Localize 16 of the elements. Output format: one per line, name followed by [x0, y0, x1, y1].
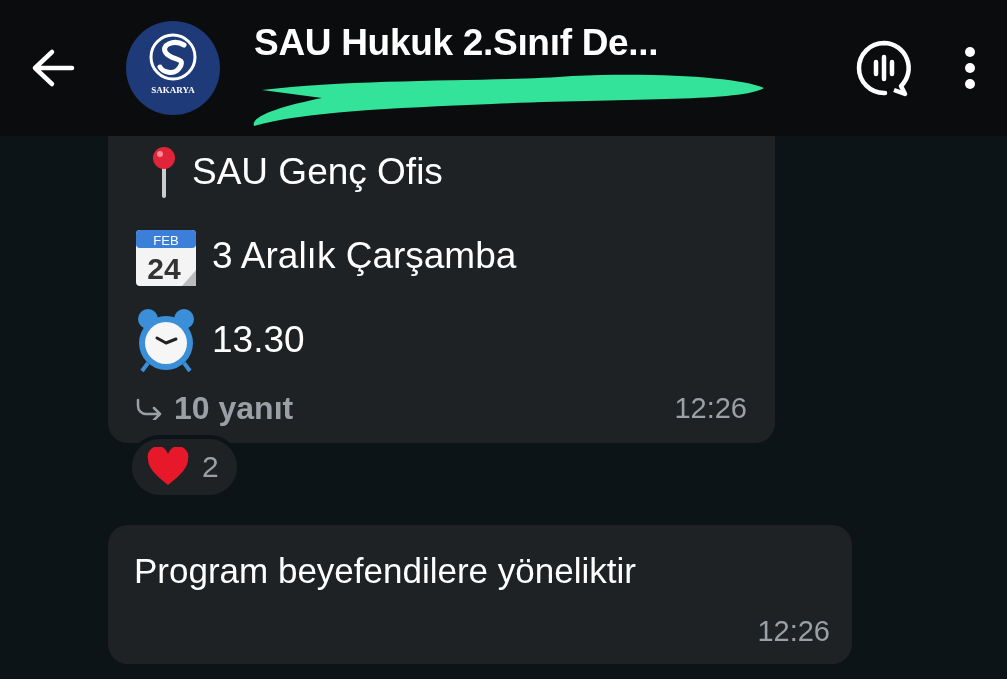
- message-text: Program beyefendilere yöneliktir: [134, 551, 636, 591]
- message-time: 12:26: [674, 392, 747, 425]
- pushpin-icon: [150, 146, 178, 198]
- replies-link[interactable]: 10 yanıt: [134, 390, 294, 427]
- chat-title[interactable]: SAU Hukuk 2.Sınıf De...: [254, 22, 659, 64]
- voice-chat-icon[interactable]: [855, 39, 913, 97]
- message-time: 12:26: [757, 615, 830, 648]
- message-text: 3 Aralık Çarşamba: [212, 235, 517, 277]
- group-avatar[interactable]: SAKARYA: [126, 21, 220, 115]
- heart-icon: [146, 447, 190, 487]
- more-options-icon[interactable]: [963, 45, 977, 91]
- message-text: 13.30: [212, 319, 305, 361]
- back-icon[interactable]: [30, 48, 76, 88]
- message-text: SAU Genç Ofis: [192, 151, 443, 193]
- reply-arrow-icon: [134, 397, 164, 420]
- reaction-count: 2: [202, 450, 219, 484]
